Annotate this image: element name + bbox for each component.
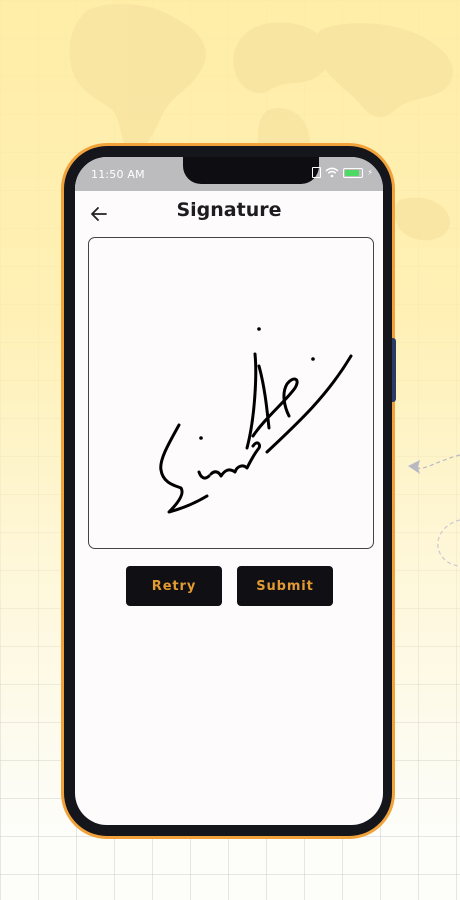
- app-header: Signature: [75, 191, 383, 235]
- battery-level: [345, 169, 360, 176]
- phone-side-button: [392, 338, 396, 402]
- signature-drawing: [159, 327, 353, 514]
- submit-button[interactable]: Submit: [237, 566, 333, 606]
- camera-notch: [183, 157, 319, 184]
- wifi-icon: [325, 167, 339, 178]
- signature-pad[interactable]: [88, 237, 374, 549]
- charging-icon: ⚡: [367, 168, 373, 177]
- retry-button[interactable]: Retry: [126, 566, 222, 606]
- page-title: Signature: [176, 199, 282, 221]
- status-time: 11:50 AM: [91, 168, 145, 181]
- status-bar: 11:50 AM ⚡: [75, 157, 383, 191]
- status-icons: ⚡: [312, 167, 373, 178]
- app-screen: 11:50 AM ⚡ Signature Retry Submit: [75, 157, 383, 825]
- battery-icon: [343, 167, 364, 178]
- sim-icon: [312, 167, 322, 178]
